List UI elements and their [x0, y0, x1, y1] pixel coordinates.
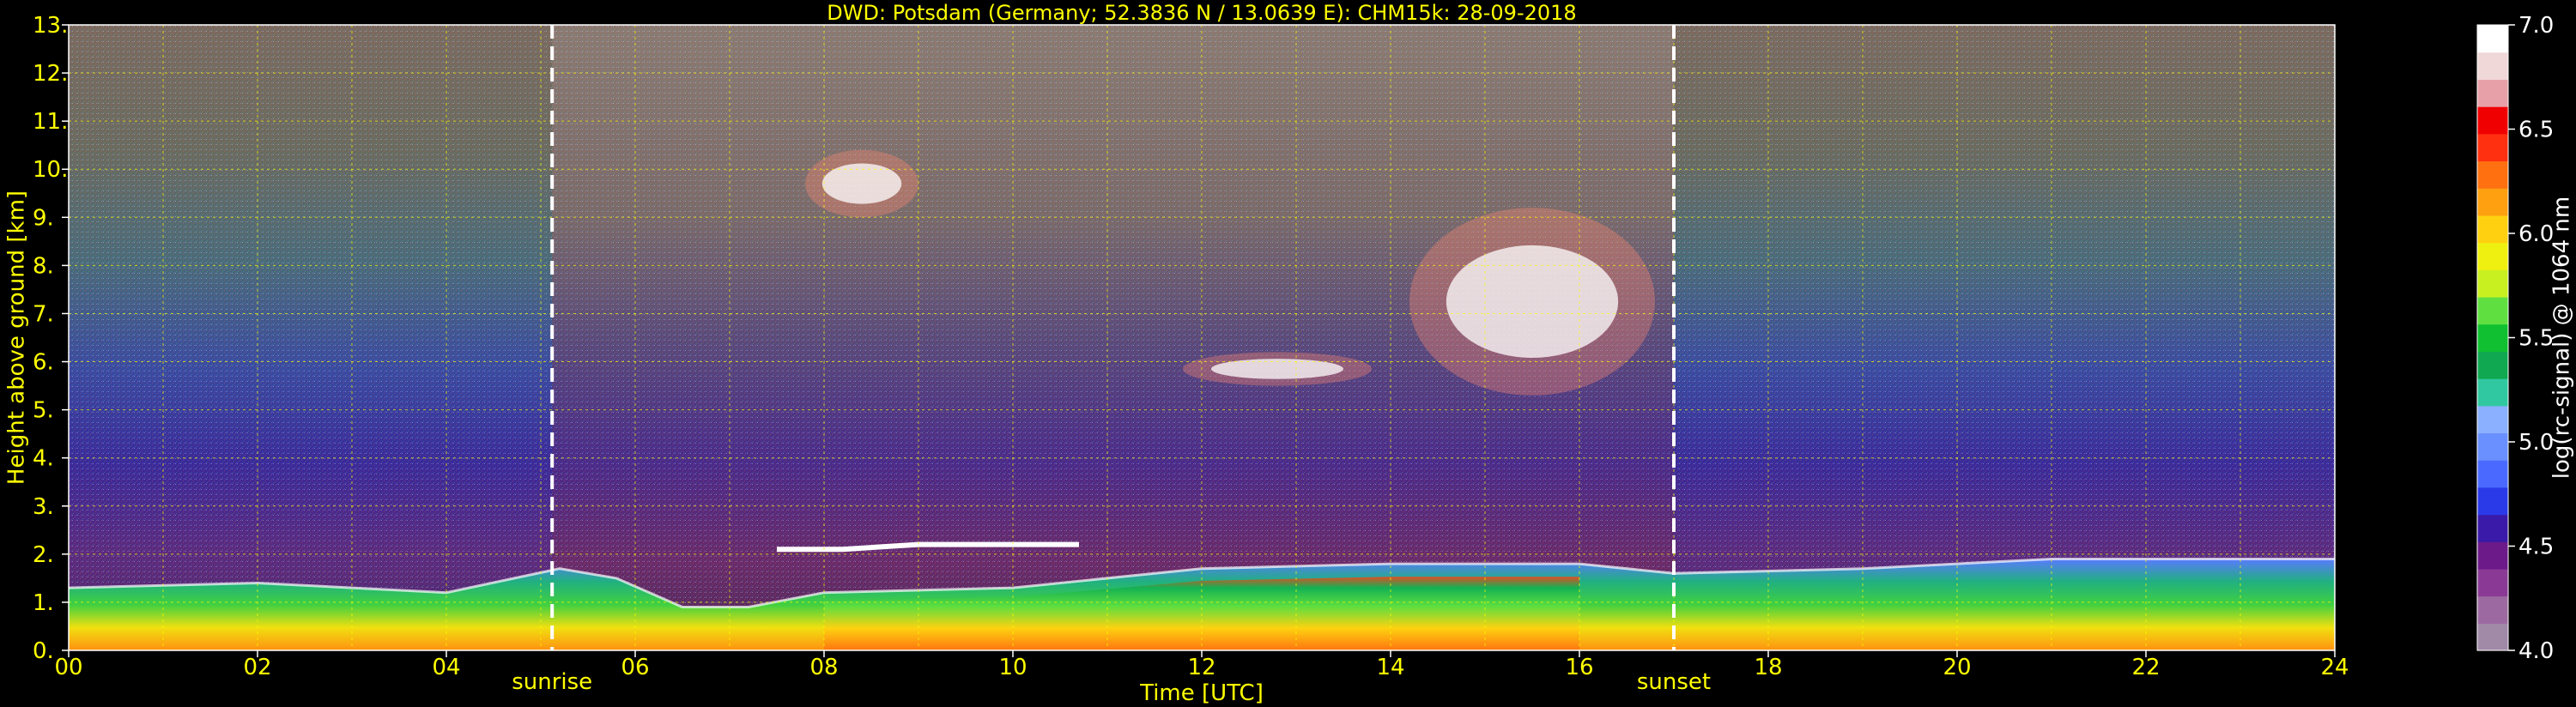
y-axis-label: Height above ground [km] — [4, 190, 30, 485]
y-tick-label: 5. — [33, 398, 54, 424]
colorbar-tick-label: 4.0 — [2518, 638, 2554, 664]
y-tick-label: 1. — [33, 590, 54, 616]
y-tick-label: 3. — [33, 494, 54, 520]
colorbar-segment — [2477, 568, 2508, 597]
y-tick-label: 6. — [33, 350, 54, 376]
y-tick-label: 2. — [33, 542, 54, 568]
x-tick-label: 22 — [2131, 655, 2160, 680]
colorbar-segment — [2477, 432, 2508, 461]
colorbar-segment — [2477, 51, 2508, 80]
colorbar: 4.04.55.05.56.06.57.0 — [2476, 13, 2554, 664]
colorbar-segment — [2477, 460, 2508, 488]
colorbar-segment — [2477, 623, 2508, 651]
y-tick-label: 10. — [33, 157, 68, 183]
y-tick-label: 11. — [33, 109, 68, 135]
ceilometer-chart: sunrise sunset 00 02 04 06 08 10 12 14 16 18 20 22 24… — [4, 1, 2575, 706]
colorbar-segment — [2477, 25, 2508, 53]
colorbar-segment — [2477, 215, 2508, 244]
colorbar-segment — [2477, 106, 2508, 135]
colorbar-label: log(rc-signal) @ 1064 nm — [2549, 196, 2575, 479]
x-tick-label: 02 — [243, 655, 271, 680]
colorbar-segment — [2477, 79, 2508, 107]
colorbar-segment — [2477, 242, 2508, 270]
colorbar-segment — [2477, 514, 2508, 542]
x-axis-label: Time [UTC] — [1139, 680, 1264, 706]
x-tick-label: 20 — [1943, 655, 1971, 680]
colorbar-segment — [2477, 133, 2508, 162]
colorbar-segment — [2477, 405, 2508, 434]
colorbar-segment — [2477, 323, 2508, 352]
y-tick-label: 7. — [33, 301, 54, 327]
x-tick-label: 00 — [54, 655, 82, 680]
colorbar-tick-label: 4.5 — [2518, 535, 2554, 560]
y-axis-ticks: 0. 1. 2. 3. 4. 5. 6. 7. 8. 9. 10. 11. 12. 13. — [33, 13, 69, 664]
x-tick-label: 14 — [1376, 655, 1404, 680]
x-tick-label: 12 — [1187, 655, 1215, 680]
x-axis-ticks: 00 02 04 06 08 10 12 14 16 18 20 22 24 — [54, 650, 2349, 680]
sunrise-label: sunrise — [512, 669, 592, 695]
chart-title: DWD: Potsdam (Germany; 52.3836 N / 13.06… — [827, 1, 1576, 25]
colorbar-tick-label: 7.0 — [2518, 13, 2554, 39]
y-tick-label: 8. — [33, 253, 54, 279]
x-tick-label: 24 — [2320, 655, 2349, 680]
colorbar-tick-label: 6.5 — [2518, 118, 2554, 143]
colorbar-segment — [2477, 269, 2508, 298]
x-tick-label: 18 — [1754, 655, 1782, 680]
sunset-label: sunset — [1637, 669, 1711, 695]
x-tick-label: 10 — [998, 655, 1027, 680]
colorbar-segment — [2477, 351, 2508, 379]
x-tick-label: 16 — [1565, 655, 1593, 680]
x-tick-label: 06 — [621, 655, 649, 680]
y-tick-label: 9. — [33, 205, 54, 231]
y-tick-label: 12. — [33, 61, 68, 87]
colorbar-segment — [2477, 378, 2508, 407]
colorbar-segment — [2477, 541, 2508, 570]
colorbar-segment — [2477, 296, 2508, 325]
colorbar-segment — [2477, 486, 2508, 516]
colorbar-segment — [2477, 188, 2508, 216]
y-tick-label: 4. — [33, 446, 54, 472]
cirrus-cloud — [1446, 245, 1619, 359]
x-tick-label: 08 — [809, 655, 838, 680]
x-tick-label: 04 — [432, 655, 460, 680]
y-tick-label: 0. — [33, 638, 54, 664]
colorbar-segment — [2477, 160, 2508, 189]
y-tick-label: 13. — [33, 13, 68, 39]
colorbar-segment — [2477, 595, 2508, 624]
